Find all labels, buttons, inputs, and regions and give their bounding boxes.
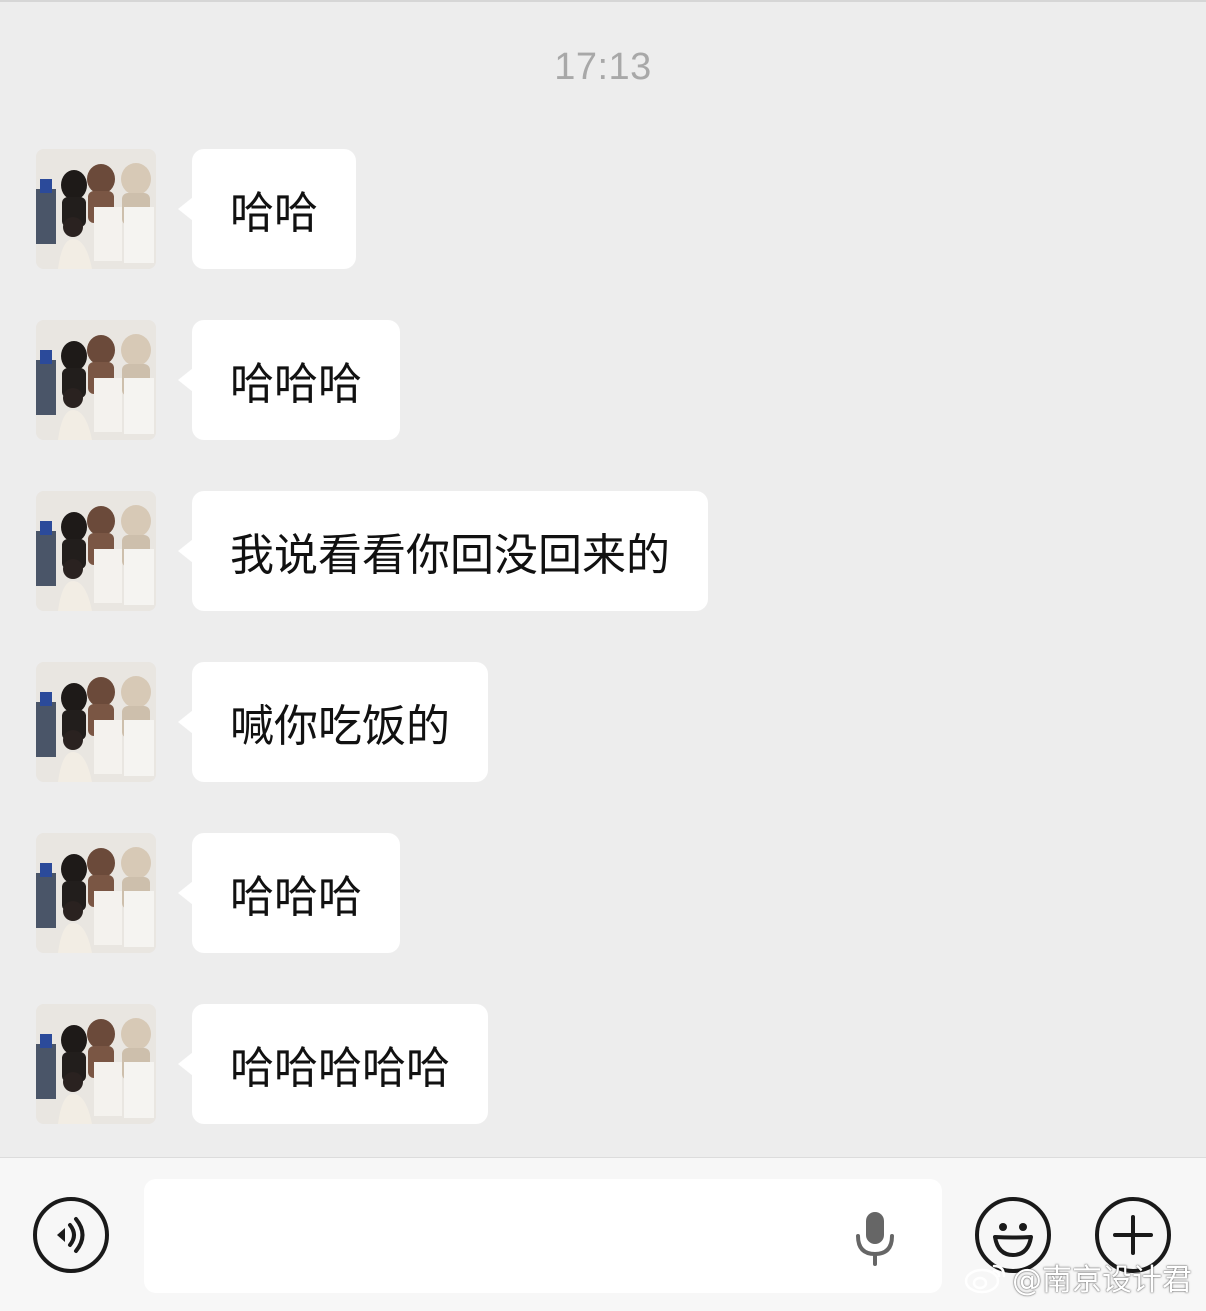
message-row: 喊你吃饭的	[0, 662, 1206, 782]
avatar-photo-icon	[36, 149, 156, 269]
watermark: @南京设计君	[964, 1255, 1192, 1299]
contact-avatar[interactable]	[36, 491, 156, 611]
message-row: 哈哈哈哈哈	[0, 1004, 1206, 1124]
contact-avatar[interactable]	[36, 320, 156, 440]
message-bubble[interactable]: 哈哈哈	[178, 833, 400, 953]
message-bubble[interactable]: 哈哈	[178, 149, 356, 269]
voice-mode-icon	[57, 1217, 85, 1253]
contact-avatar[interactable]	[36, 662, 156, 782]
message-row: 哈哈哈	[0, 833, 1206, 953]
avatar-photo-icon	[36, 320, 156, 440]
voice-mode-button[interactable]	[33, 1197, 109, 1273]
microphone-button[interactable]	[852, 1210, 898, 1266]
contact-avatar[interactable]	[36, 1004, 156, 1124]
avatar-photo-icon	[36, 662, 156, 782]
watermark-text: @南京设计君	[1012, 1263, 1192, 1298]
contact-avatar[interactable]	[36, 149, 156, 269]
weibo-logo-icon	[964, 1264, 1006, 1294]
microphone-icon	[856, 1212, 894, 1266]
message-input[interactable]	[144, 1179, 942, 1293]
message-bubble[interactable]: 喊你吃饭的	[178, 662, 488, 782]
avatar-photo-icon	[36, 833, 156, 953]
avatar-photo-icon	[36, 491, 156, 611]
message-bubble[interactable]: 我说看看你回没回来的	[178, 491, 708, 611]
top-divider	[0, 0, 1206, 2]
message-bubble[interactable]: 哈哈哈	[178, 320, 400, 440]
contact-avatar[interactable]	[36, 833, 156, 953]
message-row: 哈哈哈	[0, 320, 1206, 440]
message-row: 哈哈	[0, 149, 1206, 269]
input-bar: @南京设计君	[0, 1157, 1206, 1311]
message-row: 我说看看你回没回来的	[0, 491, 1206, 611]
message-timestamp: 17:13	[554, 46, 652, 88]
avatar-photo-icon	[36, 1004, 156, 1124]
message-list[interactable]: 哈哈 哈哈哈 我说看看你回没回来的 喊你吃饭的 哈哈哈 哈哈哈哈哈	[0, 149, 1206, 1175]
message-bubble[interactable]: 哈哈哈哈哈	[178, 1004, 488, 1124]
